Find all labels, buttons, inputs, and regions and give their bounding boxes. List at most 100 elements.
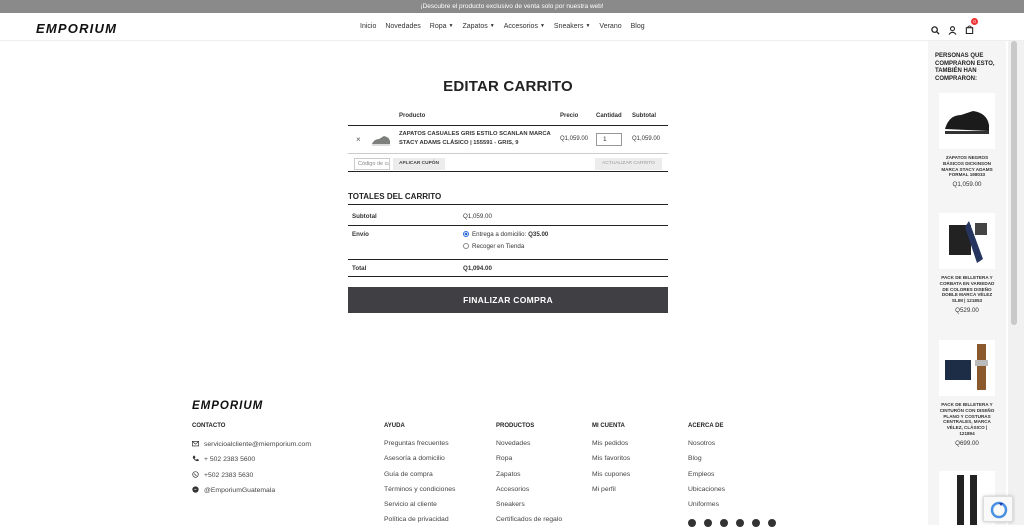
footer-link[interactable]: Preguntas frecuentes <box>384 440 455 455</box>
nav-item-ropa[interactable]: Ropa ▼ <box>430 23 454 30</box>
footer-heading: CONTACTO <box>192 423 226 429</box>
footer-about: ACERCA DE Nosotros Blog Empleos Ubicacio… <box>688 423 725 516</box>
product-thumbnail[interactable] <box>370 129 392 151</box>
related-product-card[interactable]: ZAPATOS NEGROS BÁSICOS DICKINSON MARCA S… <box>939 93 995 188</box>
footer-link[interactable]: Blog <box>688 455 725 470</box>
chevron-down-icon: ▼ <box>448 23 454 30</box>
coupon-input[interactable]: Código de cupón <box>354 158 390 170</box>
product-price: Q699.00 <box>955 439 979 447</box>
user-icon[interactable] <box>948 25 957 35</box>
nav-item-inicio[interactable]: Inicio <box>360 23 376 30</box>
footer-link[interactable]: Sneakers <box>496 501 562 516</box>
promo-banner: ¡Descubre el producto exclusivo de venta… <box>0 0 1024 13</box>
contact-text: servicioalcliente@miemporium.com <box>204 441 311 448</box>
tiktok-icon[interactable] <box>768 519 776 527</box>
apply-coupon-button[interactable]: APLICAR CUPÓN <box>393 158 445 170</box>
nav-label: Ropa <box>429 23 447 30</box>
instagram-icon[interactable] <box>704 519 712 527</box>
footer-link[interactable]: Ubicaciones <box>688 486 725 501</box>
scrollbar-thumb[interactable] <box>1011 41 1017 325</box>
promo-text: ¡Descubre el producto exclusivo de venta… <box>420 3 604 10</box>
shopping-bag-icon <box>965 25 974 35</box>
cart-table-header: Producto Precio Cantidad Subtotal <box>348 110 668 126</box>
site-logo[interactable]: EMPORIUM <box>36 21 117 36</box>
contact-text: @EmporiumGuatemala <box>204 486 276 494</box>
recaptcha-icon <box>990 501 1008 519</box>
contact-text: +502 2383 5630 <box>204 471 254 479</box>
footer-products: PRODUCTOS Novedades Ropa Zapatos Accesor… <box>496 423 562 532</box>
social-links <box>688 519 776 527</box>
nav-label: Zapatos <box>462 23 488 30</box>
update-cart-button[interactable]: ACTUALIZAR CARRITO <box>595 158 662 170</box>
footer-link[interactable]: Servicio al cliente <box>384 501 455 516</box>
footer-link[interactable]: Mi perfil <box>592 486 630 501</box>
footer-link[interactable]: Novedades <box>496 440 562 455</box>
page-scrollbar[interactable] <box>1008 41 1024 525</box>
footer-logo[interactable]: EMPORIUM <box>192 400 263 412</box>
shipping-option-label: Entrega a domicilio: <box>472 231 529 238</box>
footer-link[interactable]: Asesoría a domicilio <box>384 455 455 470</box>
nav-item-accesorios[interactable]: Accesorios ▼ <box>504 23 545 30</box>
whatsapp-icon[interactable] <box>736 519 744 527</box>
nav-item-verano[interactable]: Verano <box>599 23 621 30</box>
footer-link[interactable]: Zapatos <box>496 471 562 486</box>
contact-text: + 502 2383 5600 <box>204 456 256 464</box>
facebook-icon[interactable] <box>688 519 696 527</box>
contact-whatsapp[interactable]: +502 2383 5630 <box>192 470 311 486</box>
contact-email[interactable]: servicioalcliente@miemporium.com <box>192 440 311 455</box>
nav-item-zapatos[interactable]: Zapatos ▼ <box>462 23 494 30</box>
product-price: Q529.00 <box>955 306 979 314</box>
related-product-card[interactable]: PACK DE BILLETERA Y CINTURÓN CON DISEÑO … <box>939 340 995 447</box>
col-product: Producto <box>399 113 426 119</box>
related-product-card[interactable]: PACK DE BILLETERA Y CORBATA EN VARIEDAD … <box>939 213 995 314</box>
footer-link[interactable]: Política de privacidad <box>384 516 455 531</box>
shipping-row: Envío Entrega a domicilio: Q35.00 Recoge… <box>348 226 668 260</box>
footer-link[interactable]: Ropa <box>496 455 562 470</box>
site-header: EMPORIUM Inicio Novedades Ropa ▼ Zapatos ▼… <box>0 13 1024 41</box>
shipping-option-pickup[interactable]: Recoger en Tienda <box>463 243 524 250</box>
contact-messenger[interactable]: @EmporiumGuatemala <box>192 486 311 501</box>
footer-link[interactable]: Guía de compra <box>384 471 455 486</box>
subtotal-value: Q1,059.00 <box>463 213 492 220</box>
chevron-down-icon: ▼ <box>489 23 495 30</box>
subtotal-label: Subtotal <box>352 213 377 220</box>
nav-label: Verano <box>599 23 622 30</box>
telegram-icon[interactable] <box>752 519 760 527</box>
item-subtotal: Q1,059.00 <box>632 136 661 142</box>
nav-label: Accesorios <box>503 23 538 30</box>
product-image <box>939 213 995 269</box>
product-price: Q1,059.00 <box>952 181 982 189</box>
footer-account: MI CUENTA Mis pedidos Mis favoritos Mis … <box>592 423 630 501</box>
item-price: Q1,059.00 <box>560 136 589 142</box>
footer-link[interactable]: Empleos <box>688 471 725 486</box>
pinterest-icon[interactable] <box>720 519 728 527</box>
shipping-label: Envío <box>352 231 369 238</box>
product-name-link[interactable]: ZAPATOS CASUALES GRIS ESTILO SCANLAN MAR… <box>399 130 559 148</box>
checkout-button[interactable]: FINALIZAR COMPRA <box>348 287 668 313</box>
footer-link[interactable]: Uniformes <box>688 501 725 516</box>
quantity-input[interactable]: 1 <box>596 133 622 146</box>
nav-item-blog[interactable]: Blog <box>631 23 645 30</box>
footer-link[interactable]: Términos y condiciones <box>384 486 455 501</box>
product-name: ZAPATOS NEGROS BÁSICOS DICKINSON MARCA S… <box>941 155 993 178</box>
footer-link[interactable]: Mis pedidos <box>592 440 630 455</box>
remove-item-button[interactable]: × <box>356 135 361 144</box>
nav-label: Sneakers <box>553 23 584 30</box>
cart-button[interactable]: 0 <box>965 18 978 39</box>
footer-link[interactable]: Mis favoritos <box>592 455 630 470</box>
nav-item-sneakers[interactable]: Sneakers ▼ <box>554 23 591 30</box>
related-products-sidebar: PERSONAS QUE COMPRARON ESTO, TAMBIÉN HAN… <box>928 41 1006 527</box>
recaptcha-badge[interactable] <box>983 496 1013 522</box>
nav-label: Novedades <box>385 23 421 30</box>
radio-unselected-icon <box>463 243 469 249</box>
sidebar-title: PERSONAS QUE COMPRARON ESTO, TAMBIÉN HAN… <box>935 53 995 82</box>
footer-link[interactable]: Certificados de regalo <box>496 516 562 531</box>
footer-link[interactable]: Mis cupones <box>592 471 630 486</box>
footer-link[interactable]: Nosotros <box>688 440 725 455</box>
nav-item-novedades[interactable]: Novedades <box>385 23 420 30</box>
shipping-option-delivery[interactable]: Entrega a domicilio: Q35.00 <box>463 231 548 238</box>
contact-phone[interactable]: + 502 2383 5600 <box>192 455 311 470</box>
search-icon[interactable] <box>931 25 940 35</box>
shipping-option-price: Q35.00 <box>528 231 549 238</box>
footer-link[interactable]: Accesorios <box>496 486 562 501</box>
